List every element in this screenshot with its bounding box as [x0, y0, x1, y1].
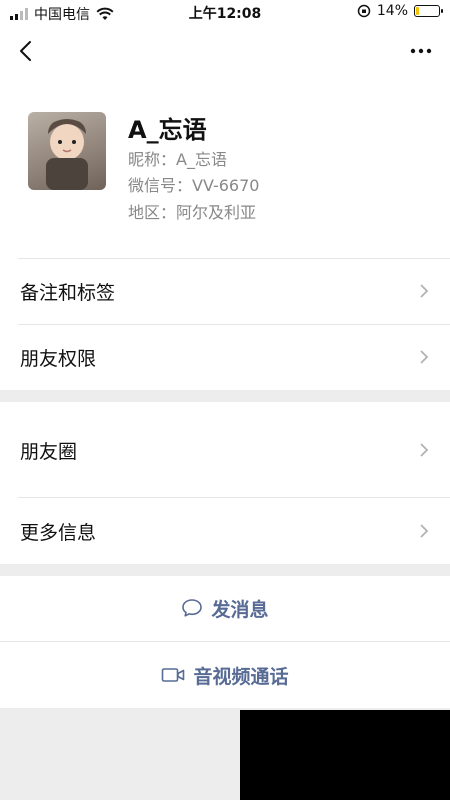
nickname-text: 昵称：A_忘语 — [128, 150, 227, 169]
menu-item-more-info[interactable]: 更多信息 — [0, 498, 450, 564]
battery-fill — [416, 7, 419, 15]
more-options-icon[interactable] — [406, 36, 436, 66]
status-right: 14% — [357, 3, 443, 19]
video-camera-icon — [162, 668, 185, 682]
display-name: A_忘语 — [128, 116, 207, 144]
wechat-id-text: 微信号：VV-6670 — [128, 176, 260, 195]
chat-bubble-icon — [182, 599, 203, 617]
menu-item-remark-tags[interactable]: 备注和标签 — [0, 259, 450, 323]
region-text: 地区：阿尔及利亚 — [128, 203, 257, 222]
orientation-lock-icon — [357, 4, 371, 18]
chevron-right-icon — [420, 524, 429, 538]
video-call-label: 音视频通话 — [193, 665, 289, 688]
menu-item-label: 朋友圈 — [20, 440, 78, 463]
chevron-right-icon — [420, 284, 429, 298]
battery-icon — [414, 5, 443, 17]
nav-bar — [0, 24, 450, 80]
section-gap — [0, 390, 450, 402]
menu-item-label: 朋友权限 — [20, 347, 97, 370]
menu-item-friend-permissions[interactable]: 朋友权限 — [0, 325, 450, 389]
back-icon[interactable] — [12, 36, 42, 66]
status-bar: 中国电信 上午12:08 14% — [0, 0, 450, 24]
send-message-label: 发消息 — [211, 598, 269, 621]
profile-card: A_忘语 昵称：A_忘语 微信号：VV-6670 地区：阿尔及利亚 — [0, 80, 450, 258]
avatar-image — [46, 119, 88, 190]
menu-item-label: 备注和标签 — [20, 281, 116, 304]
menu-item-moments[interactable]: 朋友圈 — [0, 402, 450, 498]
battery-percent: 14% — [376, 3, 408, 19]
section-gap — [0, 564, 450, 576]
avatar[interactable] — [28, 112, 106, 190]
chevron-right-icon — [420, 350, 429, 364]
send-message-button[interactable]: 发消息 — [0, 576, 450, 640]
video-call-button[interactable]: 音视频通话 — [0, 642, 450, 708]
menu-item-label: 更多信息 — [20, 521, 97, 544]
chevron-right-icon — [420, 443, 429, 457]
watermark-logo — [240, 710, 450, 800]
